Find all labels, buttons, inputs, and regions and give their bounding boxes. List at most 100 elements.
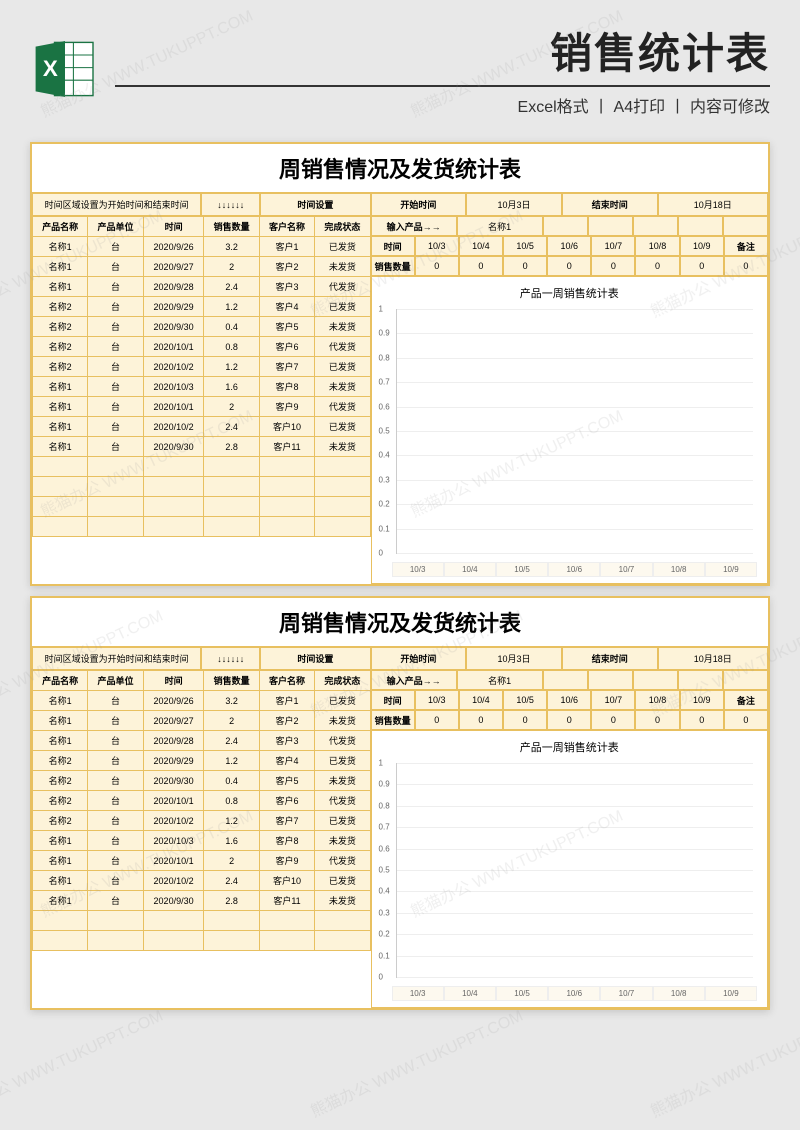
table-cell: 台 [88,691,143,711]
table-cell-empty [204,477,259,497]
table-header: 产品名称 [33,671,88,691]
qty-value: 0 [459,710,503,730]
config-row: 时间区域设置为开始时间和结束时间↓↓↓↓↓↓时间设置开始时间10月3日结束时间1… [32,193,768,216]
table-row: 名称2台2020/10/10.8客户6代发货 [33,791,371,811]
table-row: 名称2台2020/10/21.2客户7已发货 [33,811,371,831]
table-header: 时间 [143,671,204,691]
table-header: 客户名称 [259,217,314,237]
table-cell-empty [315,517,370,537]
table-cell: 2 [204,711,259,731]
table-cell: 客户8 [259,831,314,851]
table-row: 名称1台2020/9/282.4客户3代发货 [33,277,371,297]
date-header: 10/6 [547,236,591,256]
table-cell: 2020/10/2 [143,357,204,377]
date-header: 10/9 [680,236,724,256]
input-product-label: 输入产品→→ [371,216,457,236]
table-cell-empty [33,911,88,931]
table-cell-empty [88,457,143,477]
date-header-row: 时间10/310/410/510/610/710/810/9备注 [371,236,768,256]
header-text: 销售统计表 Excel格式 丨 A4打印 丨 内容可修改 [115,20,770,117]
table-cell: 1.2 [204,751,259,771]
date-header: 10/7 [591,690,635,710]
page-title: 销售统计表 [115,20,770,81]
table-cell: 代发货 [315,277,370,297]
table-cell: 已发货 [315,751,370,771]
sheet-1: 周销售情况及发货统计表时间区域设置为开始时间和结束时间↓↓↓↓↓↓时间设置开始时… [30,142,770,586]
table-cell: 2.4 [204,277,259,297]
table-cell: 1.2 [204,297,259,317]
qty-row: 销售数量00000000 [371,256,768,276]
sales-table: 产品名称产品单位时间销售数量客户名称完成状态名称1台2020/9/263.2客户… [32,670,371,951]
table-cell: 2020/9/27 [143,711,204,731]
table-row-empty [33,911,371,931]
input-product-value[interactable]: 名称1 [457,670,543,690]
table-cell-empty [204,911,259,931]
chart-y-label: 0.4 [379,451,390,460]
table-header: 销售数量 [204,671,259,691]
qty-value: 0 [680,710,724,730]
qty-value: 0 [635,256,679,276]
table-cell: 0.4 [204,317,259,337]
chart-gridline [397,504,753,505]
table-cell-empty [143,931,204,951]
table-cell: 已发货 [315,237,370,257]
page-subtitle: Excel格式 丨 A4打印 丨 内容可修改 [115,85,770,117]
blank-cell [678,670,723,690]
chart-title: 产品一周销售统计表 [376,281,763,309]
sheet-title: 周销售情况及发货统计表 [32,144,768,193]
table-cell: 台 [88,337,143,357]
date-header: 10/3 [415,236,459,256]
table-header: 完成状态 [315,671,370,691]
table-row-empty [33,477,371,497]
table-cell: 名称1 [33,891,88,911]
config-end-label: 结束时间 [562,193,658,216]
chart-y-label: 1 [379,305,383,314]
table-cell: 2020/10/1 [143,791,204,811]
table-cell: 代发货 [315,397,370,417]
chart-gridline [397,870,753,871]
table-cell: 代发货 [315,851,370,871]
table-cell: 客户10 [259,417,314,437]
date-header-row: 时间10/310/410/510/610/710/810/9备注 [371,690,768,710]
table-cell: 客户1 [259,691,314,711]
table-cell: 2020/9/30 [143,771,204,791]
chart-y-label: 0 [379,973,383,982]
chart-gridline [397,309,753,310]
table-cell-empty [315,477,370,497]
table-cell: 台 [88,257,143,277]
input-product-value[interactable]: 名称1 [457,216,543,236]
table-cell: 2.4 [204,731,259,751]
table-cell-empty [143,911,204,931]
table-cell-empty [33,457,88,477]
table-cell-empty [204,497,259,517]
table-cell: 2020/10/3 [143,377,204,397]
table-cell: 2020/10/2 [143,811,204,831]
chart-x-label: 10/4 [444,986,496,1001]
blank-cell [723,216,768,236]
date-header: 10/4 [459,690,503,710]
table-cell-empty [88,911,143,931]
table-row: 名称1台2020/9/302.8客户11未发货 [33,437,371,457]
chart-area: 产品一周销售统计表00.10.20.30.40.50.60.70.80.9110… [371,730,768,1008]
chart-title: 产品一周销售统计表 [376,735,763,763]
table-cell: 名称1 [33,851,88,871]
date-header: 10/7 [591,236,635,256]
table-row-empty [33,457,371,477]
chart-y-label: 0.1 [379,524,390,533]
table-cell: 未发货 [315,711,370,731]
table-cell: 2020/10/2 [143,871,204,891]
table-cell-empty [259,497,314,517]
svg-text:X: X [43,56,58,81]
table-row-empty [33,497,371,517]
table-row: 名称1台2020/9/302.8客户11未发货 [33,891,371,911]
qty-value: 0 [724,710,768,730]
date-header: 10/4 [459,236,503,256]
qty-value: 0 [459,256,503,276]
chart-gridline [397,382,753,383]
table-cell: 客户3 [259,277,314,297]
chart-gridline [397,455,753,456]
table-cell: 未发货 [315,771,370,791]
date-header: 10/3 [415,690,459,710]
table-row: 名称2台2020/10/10.8客户6代发货 [33,337,371,357]
chart-x-label: 10/6 [548,986,600,1001]
